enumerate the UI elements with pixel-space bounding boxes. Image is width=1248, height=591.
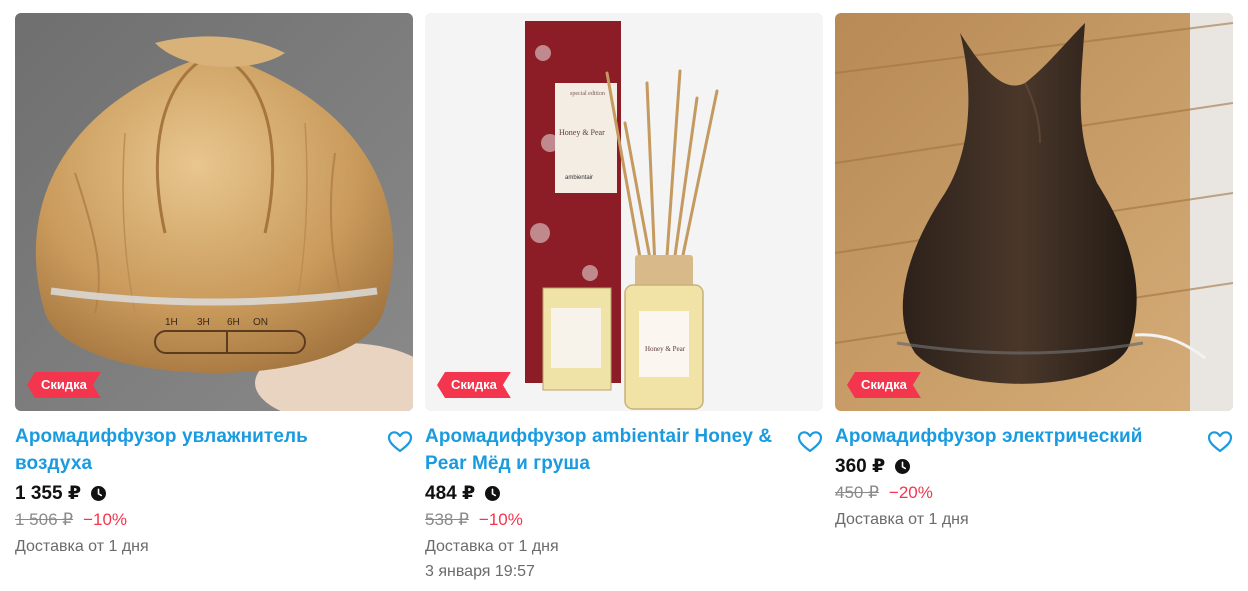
price-row: 1 355 ₽ <box>15 481 385 505</box>
heart-icon <box>387 431 413 453</box>
favorite-button[interactable] <box>387 430 413 454</box>
product-info: Аромадиффузор электрический 360 ₽ 450 ₽ −… <box>835 423 1233 531</box>
heart-icon <box>797 431 823 453</box>
delivery-text: Доставка от 1 дня <box>835 511 969 528</box>
product-title[interactable]: Аромадиффузор увлажнитель воздуха <box>15 423 385 477</box>
box-text-special: special edition <box>570 91 605 97</box>
old-price-row: 538 ₽ −10% <box>425 509 795 531</box>
discount-percent: −10% <box>478 510 523 529</box>
price-row: 484 ₽ <box>425 481 795 505</box>
old-price-row: 450 ₽ −20% <box>835 482 1205 504</box>
product-card[interactable]: special edition Honey & Pear ambientair … <box>425 13 823 583</box>
device-label-6h: 6H <box>227 317 240 328</box>
price-row: 360 ₽ <box>835 454 1205 478</box>
product-title[interactable]: Аромадиффузор электрический <box>835 423 1205 450</box>
box-text-name: Honey & Pear <box>559 128 605 137</box>
device-label-1h: 1H <box>165 317 178 328</box>
offer-timer: 3 января 19:57 <box>425 563 535 580</box>
clock-icon <box>91 485 107 501</box>
product-card[interactable]: 1H 3H 6H ON Скидка Аромадиффузор увлажни… <box>15 13 413 558</box>
heart-icon <box>1207 431 1233 453</box>
discount-badge: Скидка <box>437 372 511 398</box>
product-info: Аромадиффузор увлажнитель воздуха 1 355 … <box>15 423 413 558</box>
device-label-3h: 3H <box>197 317 210 328</box>
delivery-text: Доставка от 1 дня <box>15 538 149 555</box>
device-label-on: ON <box>253 317 268 328</box>
favorite-button[interactable] <box>797 430 823 454</box>
clock-icon <box>485 485 501 501</box>
product-grid: 1H 3H 6H ON Скидка Аромадиффузор увлажни… <box>0 0 1248 591</box>
product-card[interactable]: Скидка Аромадиффузор электрический 360 ₽… <box>835 13 1233 531</box>
product-info: Аромадиффузор ambientair Honey & Pear Мё… <box>425 423 823 583</box>
discount-percent: −10% <box>83 510 128 529</box>
discount-badge: Скидка <box>27 372 101 398</box>
product-image[interactable]: special edition Honey & Pear ambientair … <box>425 13 823 411</box>
favorite-button[interactable] <box>1207 430 1233 454</box>
dark-wood-tulip-diffuser-photo <box>835 13 1233 411</box>
product-image[interactable]: Скидка <box>835 13 1233 411</box>
wood-bulb-diffuser-photo: 1H 3H 6H ON <box>15 13 413 411</box>
clock-icon <box>895 458 911 474</box>
product-title[interactable]: Аромадиффузор ambientair Honey & Pear Мё… <box>425 423 795 477</box>
discount-percent: −20% <box>888 483 933 502</box>
product-image[interactable]: 1H 3H 6H ON Скидка <box>15 13 413 411</box>
old-price: 450 ₽ <box>835 483 879 502</box>
delivery-text: Доставка от 1 дня <box>425 538 559 555</box>
box-text-brand: ambientair <box>565 175 593 181</box>
old-price-row: 1 506 ₽ −10% <box>15 509 385 531</box>
old-price: 1 506 ₽ <box>15 510 74 529</box>
old-price: 538 ₽ <box>425 510 469 529</box>
bottle-label-text: Honey & Pear <box>645 345 686 353</box>
current-price: 360 ₽ <box>835 455 886 477</box>
current-price: 1 355 ₽ <box>15 482 82 504</box>
reed-diffuser-box-photo: special edition Honey & Pear ambientair … <box>425 13 823 411</box>
current-price: 484 ₽ <box>425 482 476 504</box>
discount-badge: Скидка <box>847 372 921 398</box>
